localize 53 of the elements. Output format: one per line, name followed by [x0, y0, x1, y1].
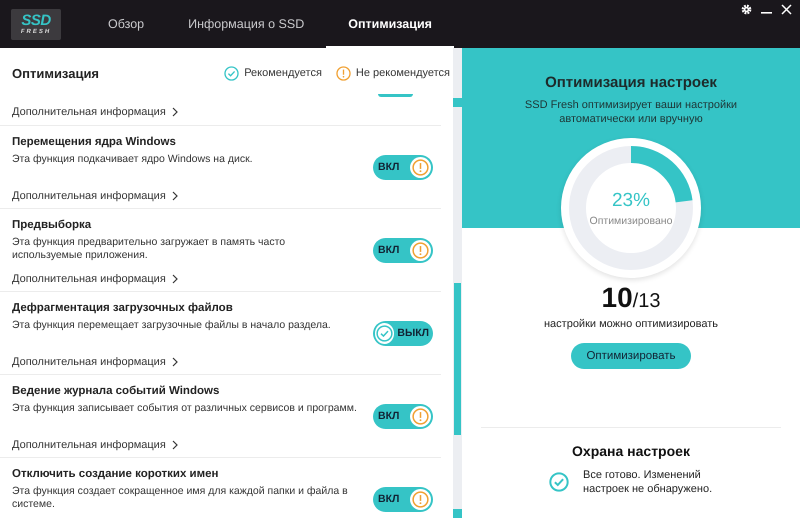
setting-title: Предвыборка	[12, 219, 92, 231]
panel-subtitle: SSD Fresh оптимизирует ваши настройки автоматически или вручную	[524, 98, 738, 126]
setting-title: Ведение журнала событий Windows	[12, 385, 220, 397]
chevron-icon	[172, 191, 178, 201]
check-icon	[376, 324, 394, 342]
check-icon	[224, 66, 240, 80]
count-value: 10	[602, 282, 633, 314]
check-icon	[549, 472, 569, 492]
warning-icon	[412, 158, 429, 176]
more-info-link[interactable]: Дополнительная информация	[12, 273, 178, 285]
setting-description: Эта функция записывает события от различных сервисов и программ.	[12, 402, 357, 415]
setting-description: Эта функция подкачивает ядро Windows на диск.	[12, 153, 254, 166]
count-total: /13	[632, 290, 660, 313]
optimize-button[interactable]: Оптимизировать	[571, 343, 691, 369]
toggle-edge	[378, 94, 413, 97]
warning-icon	[412, 242, 429, 258]
protection-message: Все готово. Изменений настроек не обнаружено.	[583, 468, 713, 496]
setting-description: Эта функция создает сокращенное имя для каждой папки и файла в системе.	[12, 485, 349, 511]
close-icon[interactable]	[781, 4, 792, 15]
toggle-switch[interactable]: ВКЛ	[373, 238, 433, 262]
setting-description: Эта функция перемещает загрузочные файлы в начало раздела.	[12, 319, 332, 332]
nav-tab[interactable]: Оптимизация	[326, 0, 454, 48]
toggle-switch[interactable]: ВЫКЛ	[373, 320, 433, 346]
chevron-icon	[172, 357, 178, 367]
warning-icon	[412, 408, 429, 424]
more-info-link[interactable]: Дополнительная информация	[12, 106, 178, 118]
section-title: Оптимизация	[12, 66, 100, 80]
legend-label: Рекомендуется	[244, 67, 322, 79]
protection-title: Охрана настроек	[572, 443, 690, 459]
warning-icon	[412, 490, 429, 508]
percent-label: Оптимизировано	[590, 214, 672, 226]
panel-title: Оптимизация настроек	[545, 74, 717, 91]
more-info-link[interactable]: Дополнительная информация	[12, 356, 178, 368]
scrollbar[interactable]	[453, 48, 462, 518]
toggle-switch[interactable]: ВКЛ	[373, 154, 433, 180]
nav-tab[interactable]: Информация о SSD	[166, 0, 326, 48]
nav-tab[interactable]: Обзор	[86, 0, 166, 48]
more-info-link[interactable]: Дополнительная информация	[12, 190, 178, 202]
toggle-switch[interactable]: ВКЛ	[373, 404, 433, 428]
chevron-icon	[172, 440, 178, 450]
setting-title: Отключить создание коротких имен	[12, 468, 220, 480]
warning-icon	[336, 66, 351, 80]
legend-label: Не рекомендуется	[356, 67, 450, 79]
settings-icon[interactable]	[741, 4, 752, 15]
percent-value: 23%	[612, 190, 650, 212]
setting-title: Перемещения ядра Windows	[12, 136, 177, 148]
more-info-link[interactable]: Дополнительная информация	[12, 439, 178, 451]
toggle-switch[interactable]: ВКЛ	[373, 486, 433, 512]
chevron-icon	[172, 274, 178, 284]
chevron-icon	[172, 106, 178, 116]
count-label: настройки можно оптимизировать	[544, 318, 718, 330]
setting-title: Дефрагментация загрузочных файлов	[12, 302, 234, 314]
setting-description: Эта функция предварительно загружает в память часто используемые приложения.	[12, 236, 286, 262]
